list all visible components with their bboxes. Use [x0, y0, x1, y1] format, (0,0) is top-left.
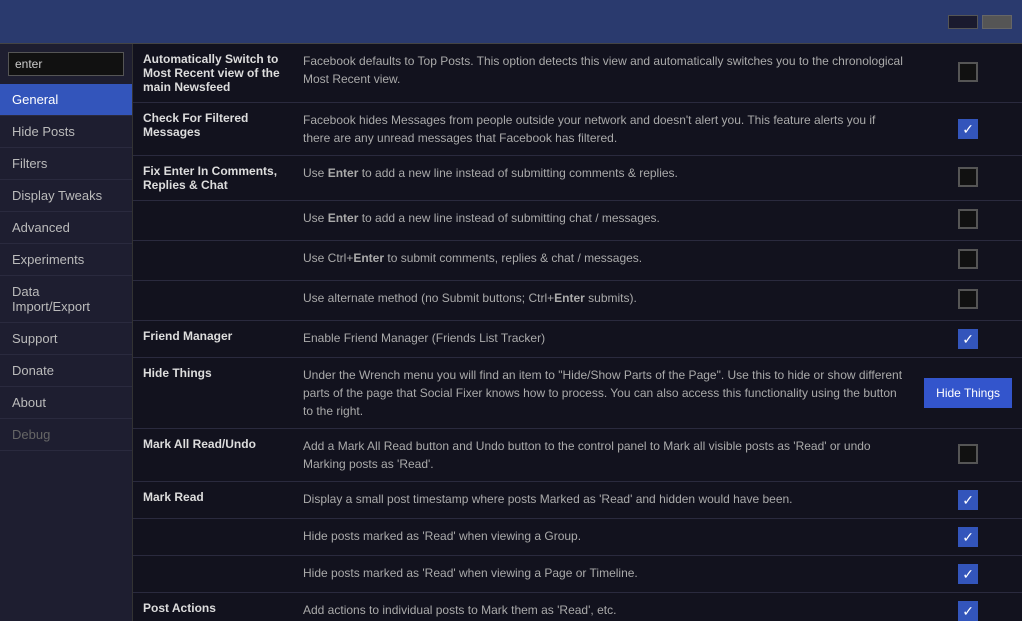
checkbox[interactable]: [958, 249, 978, 269]
row-description: Hide posts marked as 'Read' when viewing…: [293, 556, 914, 593]
checkbox[interactable]: [958, 289, 978, 309]
row-label: Friend Manager: [133, 321, 293, 358]
checkbox[interactable]: [958, 329, 978, 349]
header: [0, 0, 1022, 44]
checkbox[interactable]: [958, 490, 978, 510]
settings-table: Automatically Switch to Most Recent view…: [133, 44, 1022, 621]
sidebar-item-debug[interactable]: Debug: [0, 419, 132, 451]
row-label: Automatically Switch to Most Recent view…: [133, 44, 293, 103]
main-content: Automatically Switch to Most Recent view…: [133, 44, 1022, 621]
row-action: [914, 241, 1022, 281]
row-action: [914, 593, 1022, 621]
row-action: [914, 519, 1022, 556]
row-action: [914, 321, 1022, 358]
table-row: Use Enter to add a new line instead of s…: [133, 201, 1022, 241]
table-row: Use Ctrl+Enter to submit comments, repli…: [133, 241, 1022, 281]
row-description: Use Ctrl+Enter to submit comments, repli…: [293, 241, 914, 281]
table-row: Fix Enter In Comments, Replies & ChatUse…: [133, 156, 1022, 201]
checkbox[interactable]: [958, 527, 978, 547]
table-row: Mark ReadDisplay a small post timestamp …: [133, 482, 1022, 519]
row-action: Hide Things: [914, 358, 1022, 429]
table-row: Post ActionsAdd actions to individual po…: [133, 593, 1022, 621]
search-input[interactable]: [8, 52, 124, 76]
checkbox[interactable]: [958, 601, 978, 621]
row-label: Check For Filtered Messages: [133, 103, 293, 156]
table-row: Hide ThingsUnder the Wrench menu you wil…: [133, 358, 1022, 429]
row-description: Use alternate method (no Submit buttons;…: [293, 281, 914, 321]
hide-things-button[interactable]: Hide Things: [924, 378, 1012, 408]
row-label: Hide Things: [133, 358, 293, 429]
row-label: [133, 281, 293, 321]
row-label: Mark Read: [133, 482, 293, 519]
row-label: Post Actions: [133, 593, 293, 621]
row-label: Mark All Read/Undo: [133, 429, 293, 482]
row-description: Add actions to individual posts to Mark …: [293, 593, 914, 621]
sidebar-item-advanced[interactable]: Advanced: [0, 212, 132, 244]
row-action: [914, 281, 1022, 321]
row-action: [914, 482, 1022, 519]
table-row: Hide posts marked as 'Read' when viewing…: [133, 519, 1022, 556]
row-description: Use Enter to add a new line instead of s…: [293, 156, 914, 201]
table-row: Use alternate method (no Submit buttons;…: [133, 281, 1022, 321]
header-buttons: [948, 15, 1012, 29]
row-description: Add a Mark All Read button and Undo butt…: [293, 429, 914, 482]
checkbox[interactable]: [958, 119, 978, 139]
sidebar-item-donate[interactable]: Donate: [0, 355, 132, 387]
row-action: [914, 556, 1022, 593]
sidebar-item-general[interactable]: General: [0, 84, 132, 116]
checkbox[interactable]: [958, 167, 978, 187]
row-label: [133, 556, 293, 593]
row-description: Facebook hides Messages from people outs…: [293, 103, 914, 156]
table-row: Check For Filtered MessagesFacebook hide…: [133, 103, 1022, 156]
row-description: Use Enter to add a new line instead of s…: [293, 201, 914, 241]
table-row: Friend ManagerEnable Friend Manager (Fri…: [133, 321, 1022, 358]
sidebar-item-display-tweaks[interactable]: Display Tweaks: [0, 180, 132, 212]
sidebar-item-hide-posts[interactable]: Hide Posts: [0, 116, 132, 148]
row-action: [914, 156, 1022, 201]
row-label: Fix Enter In Comments, Replies & Chat: [133, 156, 293, 201]
sidebar: GeneralHide PostsFiltersDisplay TweaksAd…: [0, 44, 133, 621]
row-description: Under the Wrench menu you will find an i…: [293, 358, 914, 429]
save-button[interactable]: [948, 15, 978, 29]
table-row: Mark All Read/UndoAdd a Mark All Read bu…: [133, 429, 1022, 482]
row-action: [914, 429, 1022, 482]
row-description: Enable Friend Manager (Friends List Trac…: [293, 321, 914, 358]
row-label: [133, 519, 293, 556]
checkbox[interactable]: [958, 564, 978, 584]
checkbox[interactable]: [958, 62, 978, 82]
sidebar-item-support[interactable]: Support: [0, 323, 132, 355]
checkbox[interactable]: [958, 209, 978, 229]
row-label: [133, 201, 293, 241]
checkbox[interactable]: [958, 444, 978, 464]
row-description: Facebook defaults to Top Posts. This opt…: [293, 44, 914, 103]
sidebar-item-experiments[interactable]: Experiments: [0, 244, 132, 276]
table-row: Automatically Switch to Most Recent view…: [133, 44, 1022, 103]
sidebar-item-filters[interactable]: Filters: [0, 148, 132, 180]
row-action: [914, 201, 1022, 241]
cancel-button[interactable]: [982, 15, 1012, 29]
sidebar-item-data-import-export[interactable]: Data Import/Export: [0, 276, 132, 323]
sidebar-item-about[interactable]: About: [0, 387, 132, 419]
row-description: Display a small post timestamp where pos…: [293, 482, 914, 519]
row-label: [133, 241, 293, 281]
table-row: Hide posts marked as 'Read' when viewing…: [133, 556, 1022, 593]
row-action: [914, 103, 1022, 156]
main-layout: GeneralHide PostsFiltersDisplay TweaksAd…: [0, 44, 1022, 621]
row-action: [914, 44, 1022, 103]
row-description: Hide posts marked as 'Read' when viewing…: [293, 519, 914, 556]
